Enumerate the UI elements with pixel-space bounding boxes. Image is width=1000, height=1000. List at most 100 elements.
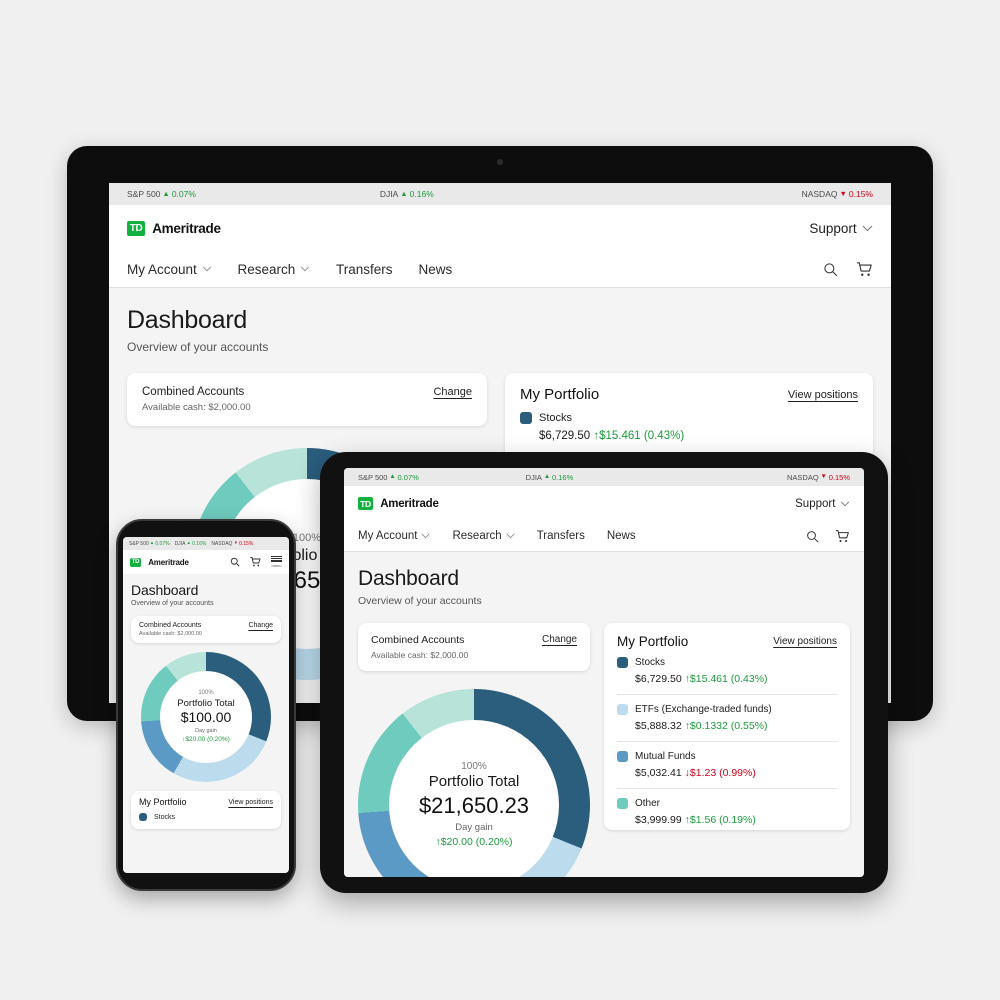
search-icon[interactable]: [823, 262, 838, 277]
asset-label: Other: [635, 798, 661, 809]
ticker-value: 0.16%: [192, 540, 207, 547]
account-cash: Available cash: $2,000.00: [371, 650, 469, 660]
portfolio-title: My Portfolio: [520, 386, 600, 403]
page-title: Dashboard: [127, 306, 248, 334]
support-menu[interactable]: Support: [809, 221, 873, 236]
nav-item-research[interactable]: Research: [238, 262, 311, 277]
tablet-screen: S&P 500 ▲ 0.07% DJIA ▲ 0.16% NASDAQ ▼ 0.…: [344, 468, 864, 877]
view-positions-link[interactable]: View positions: [788, 389, 858, 401]
brand-bar: TD Ameritrade menu: [123, 550, 289, 574]
page-title: Dashboard: [358, 567, 459, 590]
triangle-up-icon: ▲: [543, 472, 551, 480]
account-name: Combined Accounts: [139, 622, 202, 629]
asset-row[interactable]: Mutual Funds $5,032.41 ↓$1.23 (0.99%): [617, 751, 837, 779]
td-ameritrade-logo[interactable]: TD Ameritrade: [130, 557, 189, 567]
asset-label: Mutual Funds: [635, 751, 696, 762]
nav-item-research[interactable]: Research: [452, 530, 515, 542]
change-account-link[interactable]: Change: [433, 386, 472, 398]
change-account-link[interactable]: Change: [248, 622, 273, 629]
nav-item-news[interactable]: News: [419, 262, 453, 277]
view-positions-link[interactable]: View positions: [228, 799, 273, 806]
portfolio-title: My Portfolio: [617, 634, 689, 649]
day-gain-value: ↑$20.00 (0.20%): [435, 836, 512, 849]
day-gain-value: ↑$20.00 (0.20%): [182, 736, 230, 744]
nav-label: Transfers: [336, 261, 393, 277]
asset-row[interactable]: Stocks: [139, 813, 273, 821]
account-cash: Available cash: $2,000.00: [139, 631, 202, 637]
nav-item-transfers[interactable]: Transfers: [336, 262, 393, 277]
asset-amount: $6,729.50: [539, 430, 591, 442]
ticker-djia[interactable]: DJIA ▲ 0.16%: [380, 189, 434, 199]
ticker-nasdaq[interactable]: NASDAQ ▼ 0.15%: [211, 541, 253, 547]
account-name: Combined Accounts: [142, 386, 245, 398]
account-name: Combined Accounts: [371, 634, 465, 646]
asset-delta: $1.56 (0.19%): [689, 814, 756, 826]
ticker-sp500[interactable]: S&P 500 ▲ 0.07%: [358, 473, 419, 482]
cart-icon[interactable]: [856, 261, 873, 277]
portfolio-donut-wrapper: 100% Portfolio Total $100.00 Day gain ↑$…: [131, 652, 281, 782]
view-positions-link[interactable]: View positions: [773, 636, 837, 647]
legend-swatch-stocks: [139, 813, 147, 821]
cart-icon[interactable]: [250, 557, 261, 567]
asset-amount: $6,729.50: [635, 673, 682, 685]
portfolio-title: My Portfolio: [139, 797, 187, 807]
portfolio-card: My Portfolio View positions Stocks: [131, 791, 281, 829]
brand-bar: TD Ameritrade Support: [109, 205, 891, 251]
nav-label: News: [418, 261, 453, 277]
asset-label: ETFs (Exchange-traded funds): [635, 704, 772, 715]
search-icon[interactable]: [806, 530, 819, 543]
menu-label: menu: [271, 563, 282, 569]
ticker-name: DJIA: [174, 540, 186, 547]
portfolio-donut-wrapper: 100% Portfolio Total $21,650.23 Day gain…: [358, 689, 590, 877]
ticker-djia[interactable]: DJIA ▲ 0.16%: [175, 541, 207, 547]
cart-icon[interactable]: [835, 529, 850, 543]
portfolio-donut-chart[interactable]: 100% Portfolio Total $21,650.23 Day gain…: [358, 689, 590, 877]
day-gain-label: Day gain: [455, 822, 493, 834]
chevron-down-icon: [421, 533, 430, 539]
asset-delta: $0.1332 (0.55%): [689, 720, 768, 732]
triangle-down-icon: ▼: [820, 472, 827, 480]
brand-wordmark: Ameritrade: [148, 557, 189, 567]
td-ameritrade-logo[interactable]: TD Ameritrade: [358, 497, 439, 510]
phone-screen: S&P 500 ▲ 0.07% DJIA ▲ 0.16% NASDAQ ▼ 0.…: [123, 537, 289, 873]
chevron-down-icon: [840, 501, 850, 506]
webcam-icon: [497, 159, 503, 165]
asset-row[interactable]: Other $3,999.99 ↑$1.56 (0.19%): [617, 798, 837, 826]
chevron-down-icon: [300, 266, 310, 272]
search-icon[interactable]: [230, 557, 240, 567]
td-logo-icon: TD: [127, 220, 145, 236]
day-gain-amount: $20.00 (0.20%): [185, 735, 230, 743]
ticker-nasdaq[interactable]: NASDAQ ▼ 0.15%: [802, 189, 873, 199]
ticker-name: S&P 500: [358, 472, 388, 482]
nav-item-my-account[interactable]: My Account: [127, 262, 212, 277]
chevron-down-icon: [506, 533, 515, 539]
row-divider: [617, 694, 837, 695]
nav-item-my-account[interactable]: My Account: [358, 530, 430, 542]
donut-pct: 100%: [292, 532, 322, 545]
portfolio-donut-chart[interactable]: 100% Portfolio Total $100.00 Day gain ↑$…: [141, 652, 271, 782]
nav-item-news[interactable]: News: [607, 530, 636, 542]
market-ticker: S&P 500 ▲ 0.07% DJIA ▲ 0.16% NASDAQ ▼ 0.…: [109, 183, 891, 205]
ticker-sp500[interactable]: S&P 500 ▲ 0.07%: [127, 189, 196, 199]
ticker-djia[interactable]: DJIA ▲ 0.16%: [526, 473, 574, 482]
ticker-value: 0.07%: [155, 540, 170, 547]
ticker-value: 0.15%: [239, 540, 254, 547]
nav-item-transfers[interactable]: Transfers: [537, 530, 585, 542]
day-gain-amount: $20.00 (0.20%): [440, 836, 513, 849]
ticker-nasdaq[interactable]: NASDAQ ▼ 0.15%: [787, 473, 850, 482]
chevron-down-icon: [202, 266, 211, 272]
asset-row[interactable]: Stocks $6,729.50 ↑$15.461 (0.43%): [520, 412, 858, 442]
nav-label: Research: [452, 530, 502, 542]
asset-row[interactable]: Stocks $6,729.50 ↑$15.461 (0.43%): [617, 657, 837, 685]
ticker-sp500[interactable]: S&P 500 ▲ 0.07%: [129, 541, 170, 547]
support-menu[interactable]: Support: [795, 498, 850, 510]
phone-notch: [177, 523, 235, 534]
asset-amount: $3,999.99: [635, 814, 682, 826]
account-card: Combined Accounts Available cash: $2,000…: [358, 623, 590, 671]
td-ameritrade-logo[interactable]: TD Ameritrade: [127, 220, 221, 236]
asset-row[interactable]: ETFs (Exchange-traded funds) $5,888.32 ↑…: [617, 704, 837, 732]
menu-button[interactable]: menu: [271, 555, 282, 569]
dashboard-columns: Combined Accounts Available cash: $2,000…: [358, 623, 850, 877]
account-cash: Available cash: $2,000.00: [142, 402, 251, 413]
change-account-link[interactable]: Change: [542, 634, 577, 645]
